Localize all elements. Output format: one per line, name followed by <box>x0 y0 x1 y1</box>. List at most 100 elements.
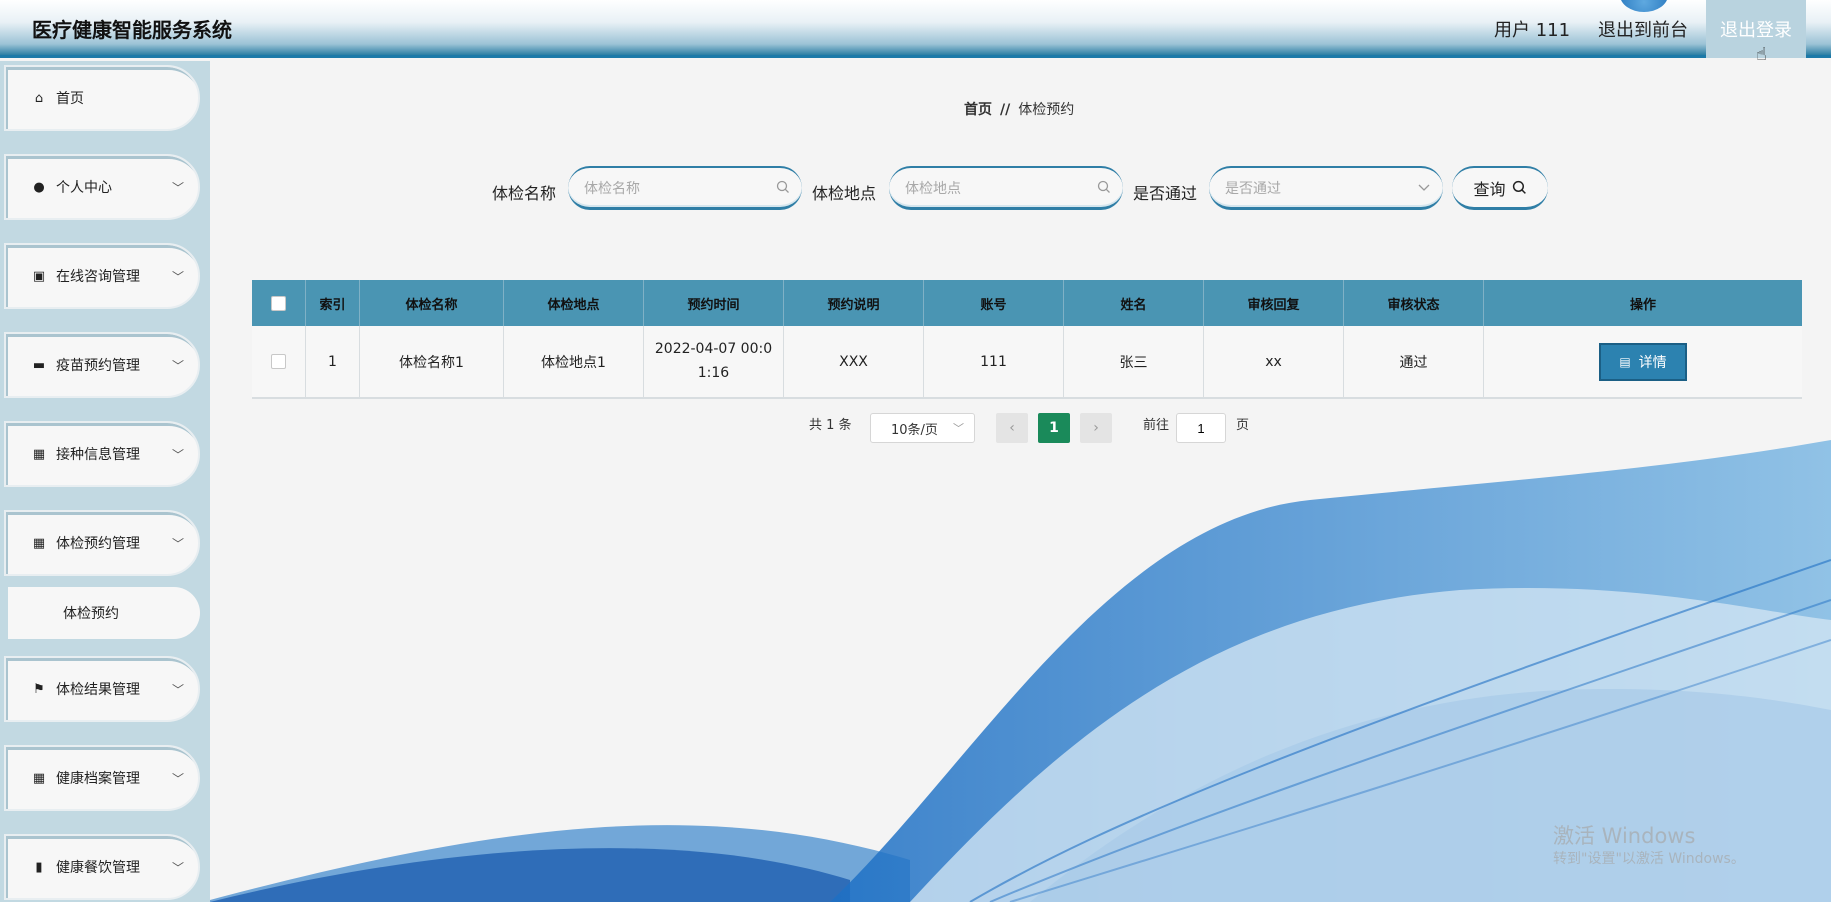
chevron-down-icon <box>1418 184 1430 191</box>
sidebar-item-label: 在线咨询管理 <box>56 269 140 285</box>
cell-index: 1 <box>306 326 360 397</box>
sidebar-item-vaccine[interactable]: ▬ 疫苗预约管理 ﹀ <box>4 332 200 398</box>
sidebar-item-exam-results[interactable]: ⚑ 体检结果管理 ﹀ <box>4 656 200 722</box>
top-header: 医疗健康智能服务系统 用户 111 退出到前台 退出登录 ☝ <box>0 0 1831 65</box>
page-unit-label: 页 <box>1236 418 1250 433</box>
detail-label: 详情 <box>1638 354 1667 371</box>
table-header: 索引 体检名称 体检地点 预约时间 预约说明 账号 姓名 审核回复 审核状态 操… <box>252 280 1802 326</box>
page-size-value: 10条/页 <box>891 422 938 438</box>
chevron-down-icon: ﹀ <box>171 860 184 875</box>
query-label: 查询 <box>1473 179 1506 199</box>
cell-name: 张三 <box>1064 326 1204 397</box>
column-header: 姓名 <box>1064 280 1204 326</box>
sidebar-item-home[interactable]: ⌂ 首页 <box>4 65 200 131</box>
cell-booking-desc: XXX <box>784 326 924 397</box>
apps-icon: ▦ <box>32 535 46 551</box>
page-size-select[interactable]: 10条/页 ﹀ <box>870 413 975 443</box>
sidebar-item-label: 健康档案管理 <box>56 771 140 787</box>
exam-place-search <box>889 166 1123 210</box>
sidebar-item-label: 个人中心 <box>56 180 112 196</box>
sidebar-item-label: 疫苗预约管理 <box>56 358 140 374</box>
pass-status-select[interactable] <box>1209 166 1443 210</box>
column-header: 审核状态 <box>1344 280 1484 326</box>
breadcrumb-separator: // <box>1000 102 1011 118</box>
sidebar-item-label: 体检结果管理 <box>56 682 140 698</box>
sidebar-item-label: 体检预约 <box>63 606 119 622</box>
breadcrumb: 首页 // 体检预约 <box>964 99 1074 119</box>
cell-exam-name: 体检名称1 <box>360 326 504 397</box>
column-header: 索引 <box>306 280 360 326</box>
query-button[interactable]: 查询 <box>1452 166 1548 210</box>
bar-chart-icon: ▮ <box>35 859 43 875</box>
grid-icon: ▦ <box>32 770 46 786</box>
cell-booking-time: 2022-04-07 00:01:16 <box>644 326 784 397</box>
search-icon <box>1097 180 1110 193</box>
pass-status-input[interactable] <box>1225 177 1405 201</box>
home-icon: ⌂ <box>34 90 44 106</box>
column-header: 账号 <box>924 280 1064 326</box>
exam-name-input[interactable] <box>584 177 764 201</box>
sidebar-item-exam-booking-manage[interactable]: ▦ 体检预约管理 ﹀ <box>4 510 200 576</box>
cell-review-status: 通过 <box>1344 326 1484 397</box>
exam-place-input[interactable] <box>905 177 1085 201</box>
goto-label: 前往 <box>1143 418 1170 433</box>
cell-exam-place: 体检地点1 <box>504 326 644 397</box>
column-header: 体检地点 <box>504 280 644 326</box>
sidebar-item-label: 首页 <box>56 91 84 107</box>
sidebar-item-health-records[interactable]: ▦ 健康档案管理 ﹀ <box>4 745 200 811</box>
sidebar-item-vaccination-info[interactable]: ▦ 接种信息管理 ﹀ <box>4 421 200 487</box>
app-title: 医疗健康智能服务系统 <box>32 18 232 42</box>
sidebar-item-label: 接种信息管理 <box>56 447 140 463</box>
chevron-left-icon: ‹ <box>1009 420 1015 436</box>
hand-cursor-icon: ☝ <box>1756 44 1767 65</box>
table-row: 1 体检名称1 体检地点1 2022-04-07 00:01:16 XXX 11… <box>252 326 1802 399</box>
next-page-button[interactable]: › <box>1080 413 1112 443</box>
goto-page-input[interactable] <box>1176 413 1226 443</box>
document-icon: ▤ <box>1619 354 1631 369</box>
user-icon: ● <box>33 179 45 195</box>
flag-icon: ⚑ <box>33 681 45 697</box>
chevron-down-icon: ﹀ <box>171 269 184 284</box>
sidebar-item-health-diet[interactable]: ▮ 健康餐饮管理 ﹀ <box>4 834 200 900</box>
exam-name-label: 体检名称 <box>492 184 557 203</box>
page-number-button[interactable]: 1 <box>1038 413 1070 443</box>
chevron-down-icon: ﹀ <box>171 180 184 195</box>
chevron-down-icon: ﹀ <box>171 358 184 373</box>
sidebar-subitem-exam-booking[interactable]: 体检预约 <box>8 587 200 639</box>
column-header: 预约说明 <box>784 280 924 326</box>
exam-place-label: 体检地点 <box>812 184 877 203</box>
cell-account: 111 <box>924 326 1064 397</box>
avatar <box>1620 0 1668 12</box>
select-all-checkbox[interactable] <box>271 295 286 311</box>
sidebar-item-consult[interactable]: ▣ 在线咨询管理 ﹀ <box>4 243 200 309</box>
grid-icon: ▦ <box>32 446 46 462</box>
windows-activation-watermark: 激活 Windows <box>1553 824 1696 848</box>
exam-name-search <box>568 166 802 210</box>
user-label: 用户 111 <box>1494 20 1571 41</box>
pass-status-label: 是否通过 <box>1133 184 1198 203</box>
row-checkbox[interactable] <box>271 354 286 369</box>
column-header: 操作 <box>1629 297 1656 313</box>
detail-button[interactable]: ▤ 详情 <box>1599 342 1687 381</box>
search-icon <box>1512 180 1526 194</box>
column-header: 体检名称 <box>360 280 504 326</box>
prev-page-button[interactable]: ‹ <box>996 413 1028 443</box>
pagination-total: 共 1 条 <box>809 418 852 433</box>
chevron-down-icon: ﹀ <box>171 771 184 786</box>
breadcrumb-home[interactable]: 首页 <box>964 102 992 118</box>
back-to-front-link[interactable]: 退出到前台 <box>1598 16 1688 42</box>
column-header: 审核回复 <box>1204 280 1344 326</box>
windows-activation-hint: 转到"设置"以激活 Windows。 <box>1553 851 1745 867</box>
breadcrumb-current: 体检预约 <box>1018 102 1075 118</box>
briefcase-icon: ▬ <box>32 357 46 373</box>
sidebar-item-label: 体检预约管理 <box>56 536 140 552</box>
row-select-cell <box>252 326 306 397</box>
sidebar-item-personal-center[interactable]: ● 个人中心 ﹀ <box>4 154 200 220</box>
chevron-down-icon: ﹀ <box>953 422 964 435</box>
exam-booking-table: 索引 体检名称 体检地点 预约时间 预约说明 账号 姓名 审核回复 审核状态 操… <box>252 280 1802 399</box>
chevron-down-icon: ﹀ <box>171 447 184 462</box>
column-header: 预约时间 <box>644 280 784 326</box>
select-all-cell <box>252 280 306 326</box>
sidebar-item-label: 健康餐饮管理 <box>56 860 140 876</box>
sidebar: ⌂ 首页 ● 个人中心 ﹀ ▣ 在线咨询管理 ﹀ ▬ 疫苗预约管理 ﹀ ▦ 接种… <box>0 61 210 902</box>
